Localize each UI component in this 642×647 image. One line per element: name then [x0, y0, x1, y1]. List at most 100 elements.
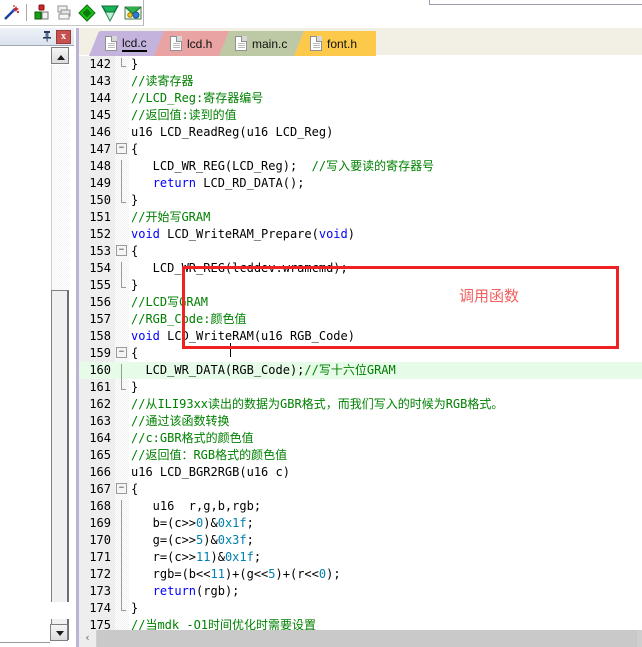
editor-tab-font-h[interactable]: font.h — [294, 31, 376, 56]
line-number: 175 — [89, 618, 111, 630]
line-number: 174 — [89, 601, 111, 615]
code-line[interactable]: 171 r=(c>>11)&0x1f; — [79, 549, 642, 568]
fold-guide-line — [116, 585, 127, 602]
code-editor-window: lcd.c lcd.h main.c font.h 142} 143//读寄存器 144/… — [76, 28, 642, 647]
code-line[interactable]: 145 //返回值:读到的值 — [79, 107, 642, 124]
line-number: 162 — [89, 397, 111, 411]
code-line[interactable]: 151 //开始写GRAM — [79, 209, 642, 226]
auto-hide-pin-icon[interactable] — [40, 30, 54, 44]
code-lines-container[interactable]: 142} 143//读寄存器 144//LCD_Reg:寄存器编号 145//返回值:… — [79, 56, 642, 630]
code-line[interactable]: 142} — [79, 56, 642, 73]
line-number: 164 — [89, 431, 111, 445]
magic-wand-icon[interactable] — [2, 2, 23, 24]
pack-installer-icon[interactable] — [122, 2, 143, 24]
fold-guide-line — [116, 364, 127, 381]
code-line[interactable]: 147−{ — [79, 141, 642, 158]
manage-components-icon[interactable] — [100, 2, 121, 24]
code-line[interactable]: 173 return(rgb); — [79, 583, 642, 602]
code-line[interactable]: 150} — [79, 192, 642, 209]
code-line[interactable]: 155} — [79, 277, 642, 294]
file-icon — [235, 36, 247, 51]
code-text: g=(c>>5)&0x3f; — [131, 533, 254, 547]
line-number: 158 — [89, 329, 111, 343]
line-number: 167 — [89, 482, 111, 496]
code-line[interactable]: 149 return LCD_RD_DATA(); — [79, 175, 642, 194]
code-text: //开始写GRAM — [131, 210, 211, 224]
panel-caption-bar: x — [0, 28, 74, 46]
line-number: 172 — [89, 567, 111, 581]
code-text: } — [131, 57, 139, 71]
line-number: 168 — [89, 499, 111, 513]
application-window: x lcd.c lcd.h main.c font.h 142} 143//读寄存器 14… — [0, 0, 642, 647]
code-line[interactable]: 156 //LCD写GRAM — [79, 294, 642, 311]
file-icon — [170, 36, 182, 51]
batch-build-icon[interactable] — [54, 2, 75, 24]
line-number: 169 — [89, 516, 111, 530]
left-panel-vertical-scrollbar[interactable] — [50, 47, 69, 645]
code-text: //返回值：RGB格式的颜色值 — [131, 448, 288, 462]
code-line[interactable]: 167−{ — [79, 481, 642, 498]
code-text: //LCD写GRAM — [131, 295, 209, 309]
code-line[interactable]: 164 //c:GBR格式的颜色值 — [79, 430, 642, 447]
code-text: //从ILI93xx读出的数据为GBR格式，而我们写入的时候为RGB格式。 — [131, 397, 504, 411]
code-view[interactable]: 142} 143//读寄存器 144//LCD_Reg:寄存器编号 145//返回值:… — [79, 56, 642, 630]
fold-end-marker — [116, 58, 127, 69]
code-line[interactable]: 146 u16 LCD_ReadReg(u16 LCD_Reg) — [79, 124, 642, 141]
fold-guide-line — [116, 160, 127, 177]
left-dock-panel: x — [0, 28, 74, 647]
scrollbar-thumb[interactable] — [51, 290, 69, 640]
toolbar-group — [0, 0, 144, 26]
line-number: 144 — [89, 91, 111, 105]
scroll-left-arrow-icon[interactable]: ‹ — [79, 630, 96, 647]
bottom-filler — [0, 602, 76, 619]
code-line[interactable]: 172 rgb=(b<<11)+(g<<5)+(r<<0); — [79, 566, 642, 585]
line-number: 159 — [89, 346, 111, 360]
scrollbar-track[interactable] — [51, 65, 69, 290]
code-line[interactable]: 152 void LCD_WriteRAM_Prepare(void) — [79, 226, 642, 243]
code-line[interactable]: 162 //从ILI93xx读出的数据为GBR格式，而我们写入的时候为RGB格式。 — [79, 396, 642, 413]
code-line[interactable]: 159−{ — [79, 345, 642, 362]
scroll-down-arrow-icon[interactable] — [50, 624, 68, 641]
line-number: 149 — [89, 176, 111, 190]
code-line[interactable]: 168 u16 r,g,b,rgb; — [79, 498, 642, 517]
code-text: //通过该函数转换 — [131, 414, 230, 428]
editor-horizontal-scrollbar[interactable]: ‹ — [79, 630, 642, 647]
line-number: 152 — [89, 227, 111, 241]
code-line[interactable]: 165 //返回值：RGB格式的颜色值 — [79, 447, 642, 464]
code-line[interactable]: 161} — [79, 379, 642, 396]
code-text: return LCD_RD_DATA(); — [152, 176, 305, 190]
fold-collapse-icon[interactable]: − — [116, 347, 127, 358]
fold-guide-line — [116, 551, 127, 568]
fold-guide-line — [116, 262, 127, 279]
code-line[interactable]: 153−{ — [79, 243, 642, 260]
editor-tab-label: font.h — [327, 36, 358, 51]
code-line[interactable]: 144 //LCD_Reg:寄存器编号 — [79, 90, 642, 107]
build-target-icon[interactable] — [32, 2, 53, 24]
panel-splitter[interactable] — [70, 47, 73, 645]
fold-collapse-icon[interactable]: − — [116, 143, 127, 154]
code-line[interactable]: 166 u16 LCD_BGR2RGB(u16 c) — [79, 464, 642, 481]
code-text: u16 LCD_BGR2RGB(u16 c) — [131, 465, 290, 479]
horizontal-scrollbar-thumb[interactable] — [97, 630, 637, 647]
line-number: 150 — [89, 193, 111, 207]
code-text: //RGB_Code:颜色值 — [131, 312, 247, 326]
fold-end-marker — [116, 194, 127, 205]
code-line[interactable]: 158 void LCD_WriteRAM(u16 RGB_Code) — [79, 328, 642, 345]
line-number: 171 — [89, 550, 111, 564]
code-line[interactable]: 163 //通过该函数转换 — [79, 413, 642, 430]
code-line[interactable]: 170 g=(c>>5)&0x3f; — [79, 532, 642, 551]
code-line[interactable]: 154 LCD_WR_REG(lcddev.wramcmd); — [79, 260, 642, 279]
scroll-up-arrow-icon[interactable] — [51, 47, 69, 64]
fold-collapse-icon[interactable]: − — [116, 483, 127, 494]
code-line[interactable]: 175 //当mdk -O1时间优化时需要设置 — [79, 617, 642, 630]
close-panel-button[interactable]: x — [56, 29, 71, 44]
code-line[interactable]: 174} — [79, 600, 642, 617]
code-line[interactable]: 148 LCD_WR_REG(LCD_Reg); //写入要读的寄存器号 — [79, 158, 642, 177]
code-line[interactable]: 143 //读寄存器 — [79, 73, 642, 90]
code-line[interactable]: 160 LCD_WR_DATA(RGB_Code);//写十六位GRAM — [79, 362, 642, 381]
code-line[interactable]: 157 //RGB_Code:颜色值 — [79, 311, 642, 328]
options-target-icon[interactable] — [77, 2, 98, 24]
file-icon — [310, 36, 322, 51]
fold-collapse-icon[interactable]: − — [116, 245, 127, 256]
code-line[interactable]: 169 b=(c>>0)&0x1f; — [79, 515, 642, 534]
